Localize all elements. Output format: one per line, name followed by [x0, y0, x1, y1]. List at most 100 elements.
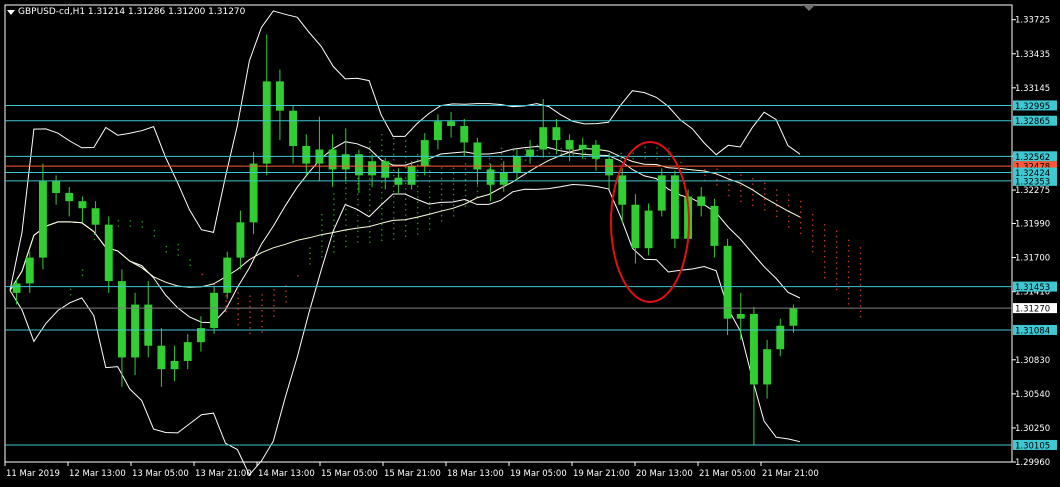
dropdown-arrow-icon[interactable]: [7, 10, 15, 15]
cloud-dot: [333, 246, 335, 248]
cloud-dot: [345, 235, 347, 237]
cloud-dot: [811, 219, 814, 221]
cloud-dot: [464, 184, 467, 186]
cloud-dot: [835, 230, 838, 233]
cloud-dot: [237, 292, 239, 294]
cloud-dot: [273, 315, 275, 317]
candles-group: [12, 34, 798, 446]
candle-body: [433, 121, 442, 141]
cloud-dot: [859, 252, 862, 254]
cloud-dot: [776, 199, 778, 202]
y-tick-label: 1.30540: [1015, 390, 1050, 400]
cloud-dot: [369, 141, 371, 143]
cloud-dot: [823, 271, 826, 274]
cloud-dot: [405, 161, 407, 163]
cloud-dot: [381, 192, 383, 194]
cloud-dot: [237, 302, 239, 305]
cloud-dot: [393, 169, 395, 172]
cloud-dot: [129, 220, 132, 222]
cloud-dot: [357, 214, 359, 217]
cloud-dot: [823, 234, 826, 237]
cloud-dot: [333, 193, 335, 195]
candle-body: [420, 140, 429, 166]
candle-body: [91, 208, 100, 225]
cloud-dot: [357, 241, 359, 243]
cloud-dot: [381, 139, 383, 141]
cloud-dot: [452, 193, 455, 196]
cloud-dot: [261, 304, 263, 307]
cloud-dot: [345, 224, 347, 227]
cloud-dot: [835, 251, 838, 254]
cloud-dot: [249, 332, 251, 334]
cloud-dot: [847, 281, 850, 284]
cloud-dot: [788, 215, 790, 217]
cloud-dot: [668, 147, 670, 150]
cloud-dot: [405, 187, 407, 190]
cloud-dot: [859, 273, 862, 276]
candle-body: [539, 127, 548, 150]
cloud-dot: [476, 185, 479, 187]
cloud-dot: [69, 294, 72, 296]
candle-body: [749, 313, 758, 385]
cloud-dot: [237, 297, 239, 299]
cloud-dot: [752, 204, 754, 206]
y-tick-label: 1.32275: [1015, 186, 1050, 196]
x-tick-label: 13 Mar 21:00: [195, 469, 252, 479]
cloud-dot: [823, 277, 826, 279]
candle-body: [210, 292, 219, 329]
candle-body: [565, 140, 574, 150]
cloud-dot: [405, 198, 407, 200]
candle-body: [236, 222, 245, 258]
cloud-dot: [321, 256, 323, 258]
cloud-dot: [440, 183, 443, 185]
cloud-dot: [847, 297, 850, 300]
cloud-dot: [189, 259, 191, 261]
cloud-dot: [393, 137, 395, 140]
cloud-dot: [859, 284, 862, 286]
cloud-dot: [381, 133, 383, 136]
cloud-dot: [357, 198, 359, 201]
cloud-dot: [716, 184, 718, 186]
plot-frame: [4, 4, 1013, 463]
cloud-dot: [369, 146, 371, 148]
level-badge-label: 1.30105: [1015, 441, 1050, 451]
candle-body: [12, 283, 21, 293]
y-tick-label: 1.31700: [1015, 254, 1050, 264]
cloud-dot: [416, 222, 419, 225]
cloud-dot: [800, 216, 802, 219]
cloud-dot: [740, 195, 742, 197]
cloud-dot: [297, 275, 299, 277]
cloud-dot: [237, 324, 239, 326]
cloud-dot: [428, 191, 431, 193]
cloud-dot: [440, 220, 443, 222]
cloud-dot: [764, 209, 766, 211]
cloud-dot: [369, 188, 371, 191]
cloud-dot: [764, 188, 766, 190]
cloud-dot: [357, 225, 359, 227]
cloud-dot: [117, 225, 120, 227]
cloud-dot: [823, 224, 826, 226]
candle-body: [644, 210, 653, 249]
cloud-dot: [560, 147, 563, 150]
cloud-dot: [369, 220, 371, 222]
cloud-dot: [835, 267, 838, 270]
cloud-dot: [416, 227, 419, 230]
candle-body: [144, 304, 153, 346]
cloud-dot: [464, 178, 467, 181]
cloud-dot: [369, 194, 371, 196]
cloud-dot: [416, 159, 419, 161]
cloud-dot: [357, 188, 359, 190]
candle-body: [117, 281, 126, 358]
cloud-dot: [823, 250, 826, 252]
cloud-dot: [153, 229, 156, 232]
level-badge-label: 1.31453: [1015, 283, 1050, 293]
cloud-dot: [393, 238, 395, 240]
y-tick-label: 1.31990: [1015, 220, 1050, 230]
cloud-dot: [584, 152, 586, 154]
price-chart[interactable]: 1.337251.334351.331451.325651.322751.319…: [0, 0, 1060, 487]
cloud-dot: [428, 207, 431, 209]
cloud-dot: [249, 311, 251, 313]
cloud-dot: [416, 175, 419, 177]
cloud-dot: [500, 153, 503, 155]
cloud-dot: [309, 257, 311, 260]
